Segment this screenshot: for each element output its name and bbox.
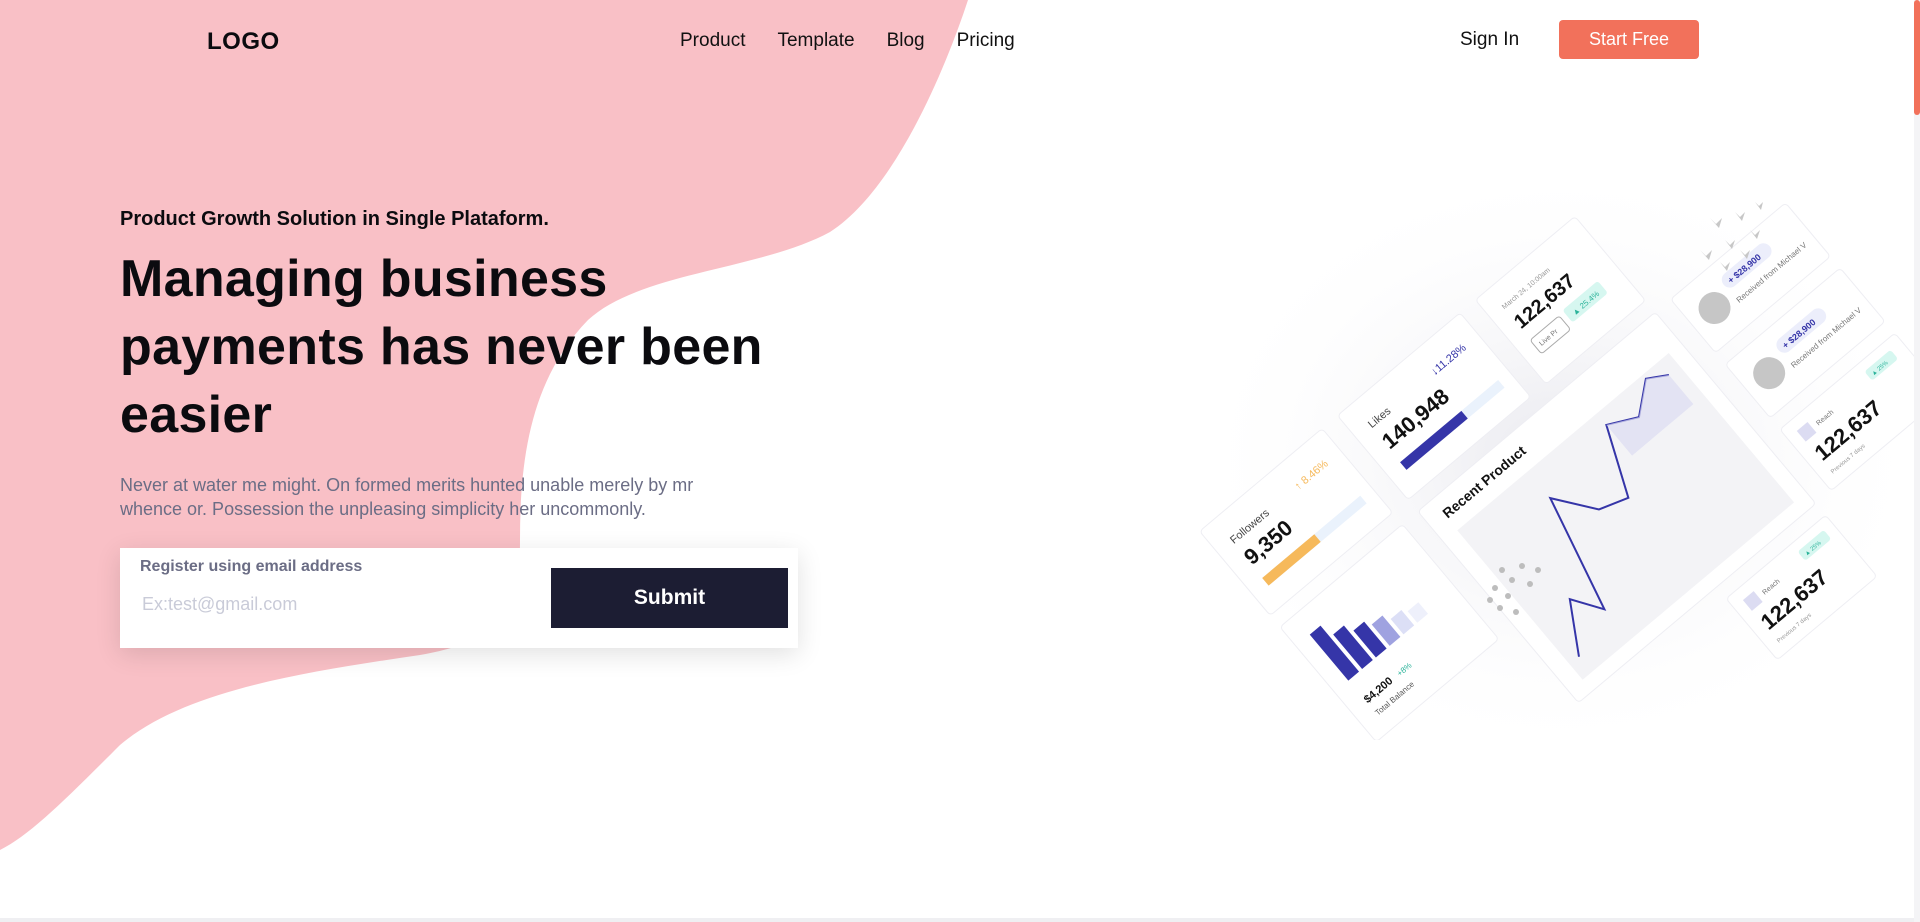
hero-section: Product Growth Solution in Single Plataf… xyxy=(120,208,800,521)
top-navigation: LOGO Product Template Blog Pricing Sign … xyxy=(0,0,1920,82)
hero-description: Never at water me might. On formed merit… xyxy=(120,475,694,519)
headline-line: Managing business xyxy=(120,250,608,308)
nav-menu: Product Template Blog Pricing xyxy=(680,30,1015,52)
submit-button[interactable]: Submit xyxy=(551,568,788,628)
signup-form: Register using email address Submit xyxy=(120,548,798,648)
nav-item-product[interactable]: Product xyxy=(680,30,745,52)
hero-headline: Managing business payments has never bee… xyxy=(120,245,800,449)
scrollbar[interactable] xyxy=(1914,0,1920,922)
nav-item-blog[interactable]: Blog xyxy=(887,30,925,52)
email-field-label: Register using email address xyxy=(140,558,363,575)
scrollbar-thumb[interactable] xyxy=(1914,0,1920,115)
nav-item-pricing[interactable]: Pricing xyxy=(957,30,1015,52)
dashboard-illustration: Followers 9,350 ↑ 8.46% Likes 140,948 ↓1… xyxy=(1190,130,1920,740)
headline-line: payments has never been xyxy=(120,318,763,376)
hero-eyebrow: Product Growth Solution in Single Plataf… xyxy=(120,208,549,230)
logo[interactable]: LOGO xyxy=(207,28,280,56)
start-free-button[interactable]: Start Free xyxy=(1559,20,1699,59)
email-field[interactable] xyxy=(140,586,524,622)
headline-line: easier xyxy=(120,386,273,444)
page-bottom-divider xyxy=(0,918,1920,922)
sign-in-link[interactable]: Sign In xyxy=(1460,29,1519,51)
nav-item-template[interactable]: Template xyxy=(777,30,854,52)
